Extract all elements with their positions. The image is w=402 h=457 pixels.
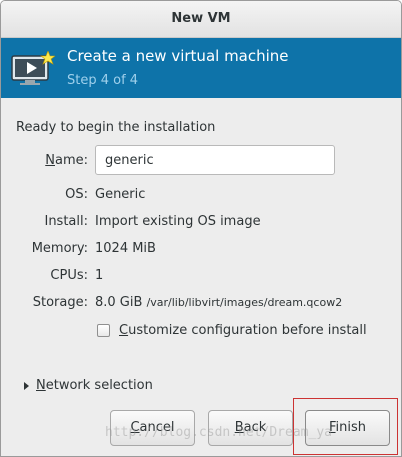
window-title: New VM xyxy=(1,1,401,38)
customize-checkbox[interactable] xyxy=(97,324,110,337)
vm-monitor-star-icon xyxy=(11,51,55,85)
os-value: Generic xyxy=(95,187,146,202)
header-banner: Create a new virtual machine Step 4 of 4 xyxy=(1,38,401,98)
finish-button[interactable]: Finish xyxy=(305,410,390,446)
summary-heading: Ready to begin the installation xyxy=(16,120,216,135)
customize-row[interactable]: Customize configuration before install xyxy=(1,320,401,342)
cpus-label: CPUs: xyxy=(50,268,88,283)
banner-step-indicator: Step 4 of 4 xyxy=(67,73,139,88)
storage-path: /var/lib/libvirt/images/dream.qcow2 xyxy=(146,296,343,309)
name-label: Name: xyxy=(45,153,88,168)
memory-label: Memory: xyxy=(31,241,88,256)
expander-arrow-icon xyxy=(24,382,29,390)
new-vm-dialog: New VM Create a new virtual machine Step… xyxy=(0,0,402,457)
storage-label: Storage: xyxy=(32,295,88,310)
cpus-row: CPUs: 1 xyxy=(1,265,401,287)
name-input[interactable] xyxy=(95,145,335,175)
banner-title: Create a new virtual machine xyxy=(67,47,289,65)
cpus-value: 1 xyxy=(95,268,104,283)
name-row: Name: xyxy=(1,145,401,175)
install-label: Install: xyxy=(44,214,88,229)
memory-row: Memory: 1024 MiB xyxy=(1,238,401,260)
storage-size: 8.0 GiB xyxy=(95,295,143,310)
back-button[interactable]: Back xyxy=(208,410,293,446)
customize-label[interactable]: Customize configuration before install xyxy=(119,320,367,342)
network-selection-label[interactable]: Network selection xyxy=(36,377,153,395)
install-row: Install: Import existing OS image xyxy=(1,211,401,233)
install-value: Import existing OS image xyxy=(95,214,261,229)
os-row: OS: Generic xyxy=(1,184,401,206)
memory-value: 1024 MiB xyxy=(95,241,156,256)
os-label: OS: xyxy=(65,187,88,202)
storage-row: Storage: 8.0 GiB /var/lib/libvirt/images… xyxy=(1,292,401,314)
cancel-button[interactable]: Cancel xyxy=(110,410,195,446)
storage-value: 8.0 GiB /var/lib/libvirt/images/dream.qc… xyxy=(95,292,342,314)
